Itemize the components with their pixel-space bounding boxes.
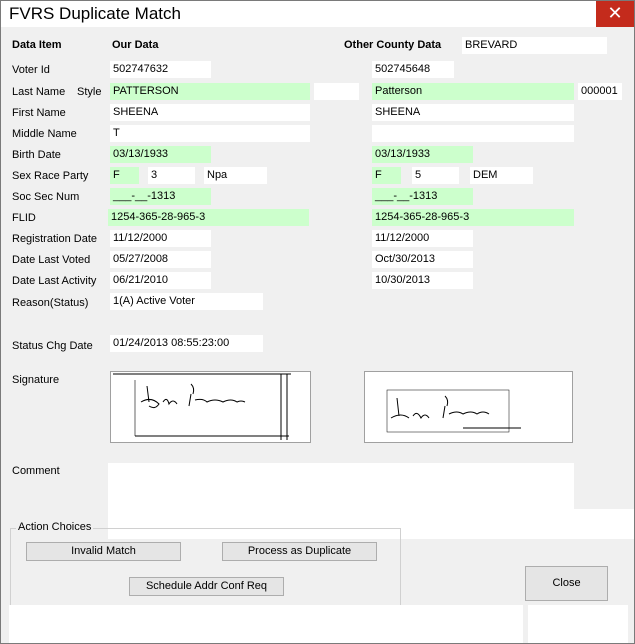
our-signature-drawing bbox=[113, 373, 291, 440]
label-style: Style bbox=[77, 86, 102, 98]
duplicate-match-window: FVRS Duplicate Match ✕ Data Item Our Dat… bbox=[0, 0, 635, 644]
our-sex-field: F bbox=[110, 167, 139, 184]
label-registration-date: Registration Date bbox=[12, 233, 97, 245]
header-our-data: Our Data bbox=[112, 39, 159, 51]
label-flid: FLID bbox=[12, 212, 36, 224]
our-first-name-field: SHEENA bbox=[110, 104, 310, 121]
other-voter-id-field: 502745648 bbox=[372, 61, 454, 78]
action-choices-title: Action Choices bbox=[16, 521, 94, 533]
other-birth-date-field: 03/13/1933 bbox=[372, 146, 473, 163]
close-button[interactable]: Close bbox=[525, 566, 608, 601]
other-date-last-voted-field: Oct/30/2013 bbox=[372, 251, 473, 268]
other-flid-field: 1254-365-28-965-3 bbox=[372, 209, 574, 226]
label-date-last-activity: Date Last Activity bbox=[12, 275, 97, 287]
label-signature: Signature bbox=[12, 374, 60, 386]
our-middle-name-field: T bbox=[110, 125, 310, 142]
close-icon[interactable]: ✕ bbox=[596, 1, 634, 27]
other-middle-name-field bbox=[372, 125, 574, 142]
our-signature-image bbox=[110, 371, 311, 443]
our-flid-field: 1254-365-28-965-3 bbox=[108, 209, 309, 226]
label-date-last-voted: Date Last Voted bbox=[12, 254, 91, 266]
other-registration-date-field: 11/12/2000 bbox=[372, 230, 473, 247]
bottom-blank-area bbox=[9, 605, 523, 643]
our-birth-date-field: 03/13/1933 bbox=[110, 146, 211, 163]
label-voter-id: Voter Id bbox=[12, 64, 50, 76]
our-registration-date-field: 11/12/2000 bbox=[110, 230, 211, 247]
label-middle-name: Middle Name bbox=[12, 128, 77, 140]
label-status-chg-date: Status Chg Date bbox=[12, 340, 93, 352]
header-other-county-data: Other County Data bbox=[344, 39, 442, 51]
our-soc-sec-num-field: ___-__-1313 bbox=[110, 188, 211, 205]
our-status-chg-date-field: 01/24/2013 08:55:23:00 bbox=[110, 335, 263, 352]
label-sex-race-party: Sex Race Party bbox=[12, 170, 89, 182]
other-party-field: DEM bbox=[470, 167, 533, 184]
our-party-field: Npa bbox=[204, 167, 267, 184]
other-signature-image bbox=[364, 371, 573, 443]
label-reason-status: Reason(Status) bbox=[12, 297, 89, 309]
label-comment: Comment bbox=[12, 465, 60, 477]
right-blank-area bbox=[428, 509, 634, 539]
other-sex-field: F bbox=[372, 167, 401, 184]
our-date-last-activity-field: 06/21/2010 bbox=[110, 272, 211, 289]
our-reason-status-field: 1(A) Active Voter bbox=[110, 293, 263, 310]
label-first-name: First Name bbox=[12, 107, 66, 119]
window-title: FVRS Duplicate Match bbox=[9, 4, 181, 23]
our-voter-id-field: 502747632 bbox=[110, 61, 211, 78]
label-birth-date: Birth Date bbox=[12, 149, 61, 161]
label-last-name: Last Name bbox=[12, 86, 66, 98]
other-soc-sec-num-field: ___-__-1313 bbox=[372, 188, 473, 205]
other-signature-drawing bbox=[386, 389, 521, 433]
header-data-item: Data Item bbox=[12, 39, 62, 51]
title-bar: FVRS Duplicate Match ✕ bbox=[1, 1, 634, 27]
other-date-last-activity-field: 10/30/2013 bbox=[372, 272, 473, 289]
other-first-name-field: SHEENA bbox=[372, 104, 574, 121]
other-style-field: 000001 bbox=[578, 83, 622, 100]
our-style-field bbox=[314, 83, 359, 100]
invalid-match-button[interactable]: Invalid Match bbox=[26, 542, 181, 561]
our-date-last-voted-field: 05/27/2008 bbox=[110, 251, 211, 268]
label-soc-sec-num: Soc Sec Num bbox=[12, 191, 80, 203]
process-as-duplicate-button[interactable]: Process as Duplicate bbox=[222, 542, 377, 561]
other-last-name-field: Patterson bbox=[372, 83, 574, 100]
our-race-field: 3 bbox=[148, 167, 195, 184]
bottom-right-blank-area bbox=[528, 605, 628, 643]
our-last-name-field: PATTERSON bbox=[110, 83, 310, 100]
other-county-name-field: BREVARD bbox=[462, 37, 607, 54]
other-race-field: 5 bbox=[412, 167, 459, 184]
schedule-addr-conf-req-button[interactable]: Schedule Addr Conf Req bbox=[129, 577, 284, 596]
